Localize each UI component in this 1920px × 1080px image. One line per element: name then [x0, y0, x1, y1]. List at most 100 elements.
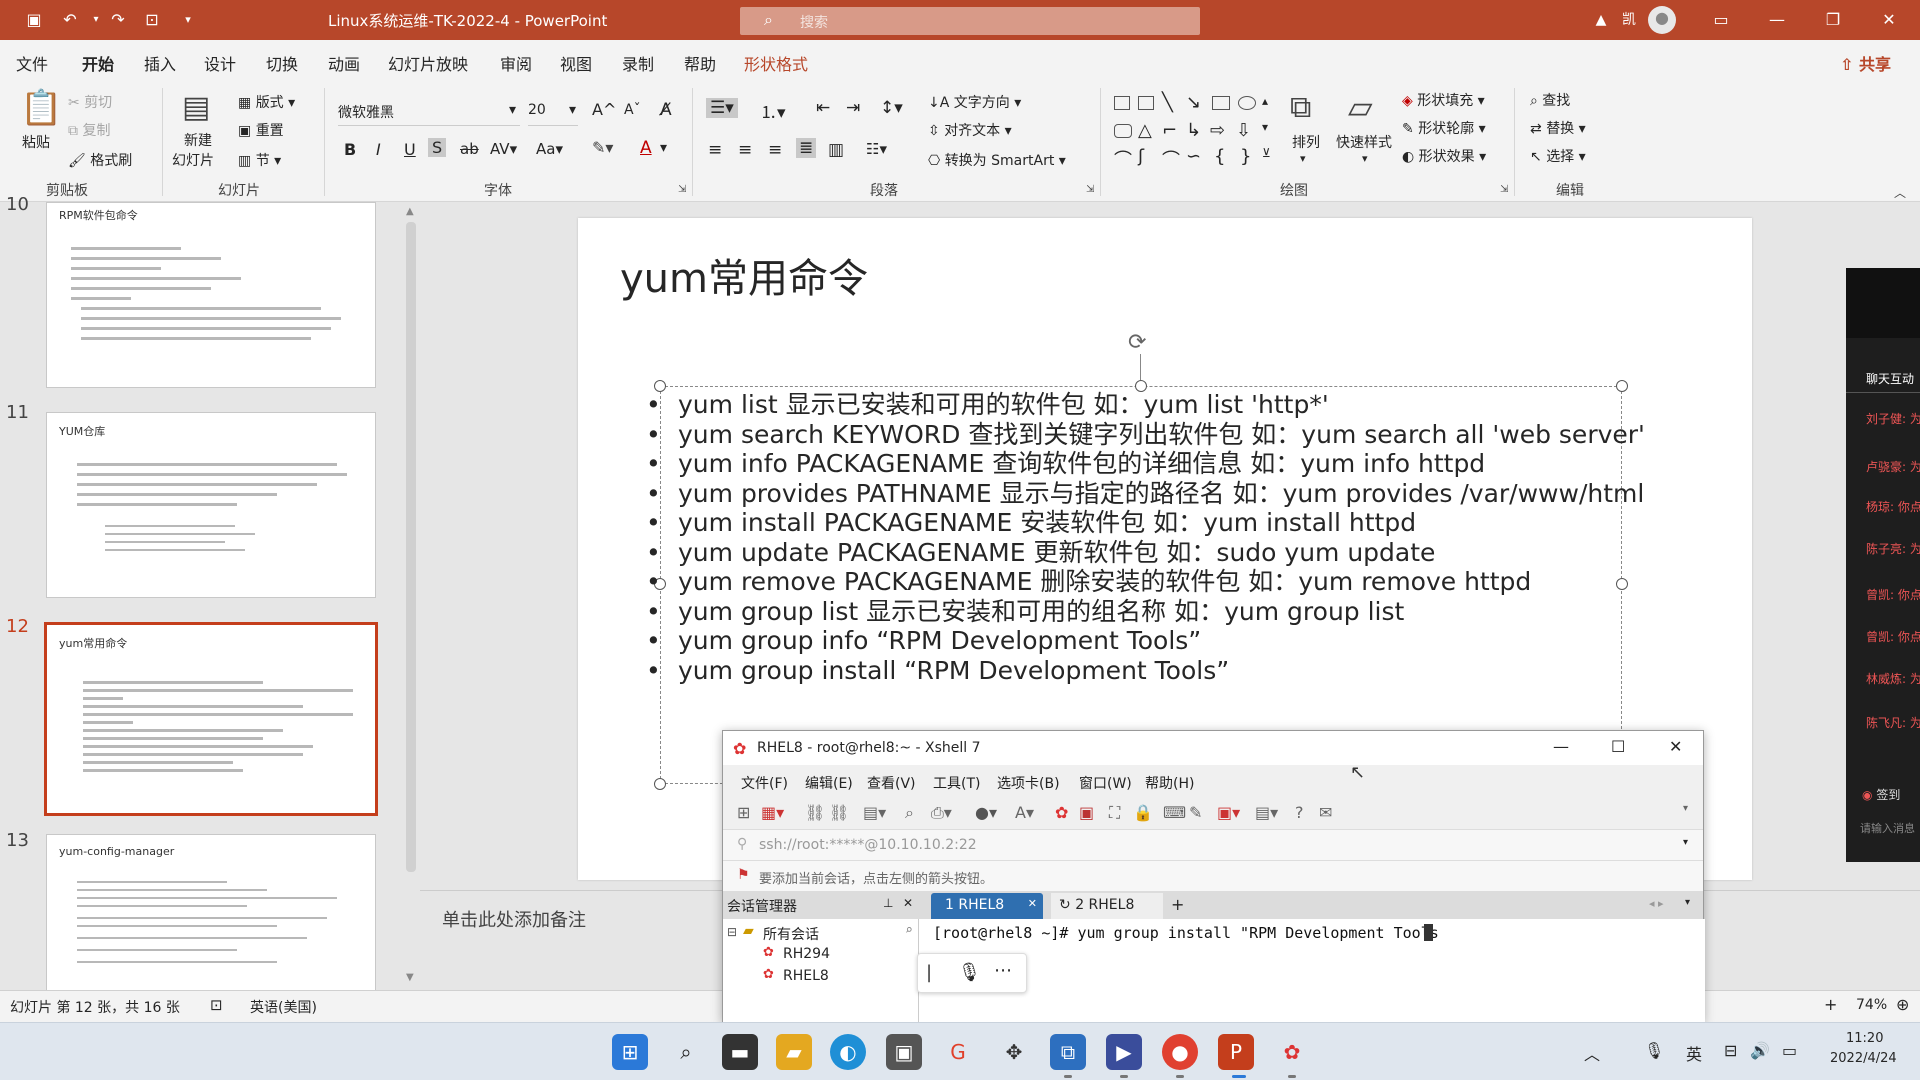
bold-button[interactable]: B: [344, 140, 356, 159]
paste-icon[interactable]: 📋: [20, 88, 62, 128]
replace-button[interactable]: ⇄ 替换 ▾: [1530, 118, 1586, 138]
highlight-icon[interactable]: ✎▾: [592, 138, 613, 157]
slide-thumbnail-10[interactable]: RPM软件包命令: [46, 202, 376, 388]
bullet-list[interactable]: yum list 显示已安装和可用的软件包 如：yum list 'http*'…: [646, 390, 1684, 685]
font-family-select[interactable]: 微软雅黑 ▾: [338, 102, 520, 126]
zoom-level[interactable]: 74%: [1856, 997, 1887, 1013]
slide-thumbnail-13[interactable]: yum-config-manager: [46, 834, 376, 994]
fullscreen-icon[interactable]: ⛶: [1109, 803, 1120, 823]
address-dropdown-icon[interactable]: ▾: [1683, 837, 1688, 848]
line-spacing-icon[interactable]: ↕▾: [880, 98, 903, 118]
slide-thumbnail-11[interactable]: YUM仓库: [46, 412, 376, 598]
xshell-minimize-icon[interactable]: —: [1553, 737, 1569, 756]
increase-indent-icon[interactable]: ⇥: [846, 98, 860, 118]
new-slide-label-2[interactable]: 幻灯片: [172, 150, 214, 170]
shadow-button[interactable]: S: [428, 138, 447, 157]
shapes-more-icon[interactable]: ⊻: [1262, 146, 1271, 160]
properties-icon[interactable]: ▤▾: [863, 803, 886, 822]
chat-input[interactable]: 请输入消息: [1860, 820, 1915, 836]
edge-icon[interactable]: ◐: [830, 1034, 866, 1070]
columns-icon[interactable]: ▥: [828, 140, 844, 160]
reconnect-icon[interactable]: ⛓: [805, 803, 825, 822]
task-view-icon[interactable]: ▬: [722, 1034, 758, 1070]
left-brace-shape-icon[interactable]: {: [1214, 146, 1225, 167]
freeform-shape-icon[interactable]: ⌒: [1114, 146, 1132, 172]
xshell-window[interactable]: ✿ RHEL8 - root@rhel8:~ - Xshell 7 — ☐ ✕ …: [722, 730, 1705, 1023]
align-text-button[interactable]: ⇳ 对齐文本 ▾: [928, 120, 1012, 140]
down-arrow-shape-icon[interactable]: ⇩: [1236, 120, 1251, 141]
new-slide-label[interactable]: 新建: [184, 130, 212, 150]
xshell-menu-edit[interactable]: 编辑(E): [805, 773, 853, 793]
section-button[interactable]: ▥ 节 ▾: [238, 150, 281, 170]
tab-insert[interactable]: 插入: [144, 51, 176, 75]
tree-item-rhel8[interactable]: RHEL8: [783, 968, 829, 984]
shape-effects-button[interactable]: ◐ 形状效果 ▾: [1402, 146, 1486, 166]
rounded-rect-shape-icon[interactable]: [1114, 124, 1132, 138]
distribute-icon[interactable]: ☷▾: [866, 140, 887, 158]
increase-font-icon[interactable]: A^: [592, 100, 616, 119]
scroll-up-icon[interactable]: ▲: [406, 206, 414, 217]
bullets-icon[interactable]: ☰▾: [706, 98, 738, 118]
customize-qat-icon[interactable]: ▾: [176, 8, 200, 32]
drawing-dialog-launcher-icon[interactable]: ⇲: [1500, 184, 1508, 195]
app-icon[interactable]: ⧉: [1050, 1034, 1086, 1070]
ime-indicator[interactable]: 英: [1686, 1041, 1702, 1065]
redo-icon[interactable]: ↷: [106, 8, 130, 32]
tree-item-rh294[interactable]: RH294: [783, 946, 830, 962]
pin-icon[interactable]: ⊥: [883, 896, 893, 910]
rectangle-shape-icon[interactable]: [1212, 96, 1230, 110]
xftp-icon[interactable]: ✿: [1055, 803, 1068, 822]
xshell-menu-help[interactable]: 帮助(H): [1145, 773, 1194, 793]
tab-slideshow[interactable]: 幻灯片放映: [388, 51, 468, 75]
tab-record[interactable]: 录制: [622, 51, 654, 75]
xshell-address-bar[interactable]: ⚲ ssh://root:*****@10.10.10.2:22 ▾: [723, 829, 1703, 861]
arrow-shape-icon[interactable]: ↘: [1186, 92, 1201, 113]
undo-icon[interactable]: ↶: [58, 8, 82, 32]
select-button[interactable]: ↖ 选择 ▾: [1530, 146, 1586, 166]
tab-animations[interactable]: 动画: [328, 51, 360, 75]
align-right-icon[interactable]: ≡: [768, 140, 782, 160]
lock-icon[interactable]: 🔒: [1133, 803, 1153, 822]
right-brace-shape-icon[interactable]: }: [1240, 146, 1251, 167]
triangle-shape-icon[interactable]: △: [1138, 120, 1152, 141]
restore-icon[interactable]: ❐: [1818, 8, 1848, 32]
underline-button[interactable]: U: [404, 140, 416, 159]
tab-help[interactable]: 帮助: [684, 51, 716, 75]
tab-rhel8-1[interactable]: 1 RHEL8 ✕: [931, 893, 1043, 919]
clock-date[interactable]: 2022/4/24: [1830, 1051, 1897, 1066]
shapes-scroll-up-icon[interactable]: ▴: [1262, 94, 1268, 108]
textbox-shape-icon[interactable]: [1114, 96, 1130, 110]
xshell-menu-tools[interactable]: 工具(T): [933, 773, 980, 793]
cut-button[interactable]: ✂ 剪切: [68, 92, 112, 112]
undo-dropdown-icon[interactable]: ▾: [84, 8, 108, 32]
numbering-icon[interactable]: ⒈▾: [760, 98, 786, 123]
quick-styles-dropdown-icon[interactable]: ▾: [1362, 152, 1368, 165]
xshell-menu-tabs[interactable]: 选项卡(B): [997, 773, 1060, 793]
bookmark-icon[interactable]: ⚑: [737, 867, 750, 883]
terminal[interactable]: ⌕ [root@rhel8 ~]# yum group install "RPM…: [905, 919, 1705, 1023]
align-left-icon[interactable]: ≡: [708, 140, 722, 160]
strikethrough-button[interactable]: ab: [460, 140, 479, 158]
volume-icon[interactable]: 🔊: [1750, 1041, 1770, 1060]
shapes-scroll-down-icon[interactable]: ▾: [1262, 120, 1268, 134]
find-button[interactable]: ⌕ 查找: [1530, 90, 1570, 110]
text-cursor-icon[interactable]: |: [926, 962, 932, 983]
scribble-shape-icon[interactable]: ʃ: [1138, 146, 1144, 167]
font-dialog-launcher-icon[interactable]: ⇲: [678, 184, 686, 195]
shape-fill-button[interactable]: ◈ 形状填充 ▾: [1402, 90, 1485, 110]
chat-header[interactable]: 聊天互动: [1866, 370, 1914, 387]
help-icon[interactable]: ?: [1295, 803, 1304, 822]
clock-time[interactable]: 11:20: [1846, 1031, 1883, 1046]
language-status[interactable]: 英语(美国): [250, 997, 317, 1017]
arrange-button[interactable]: 排列: [1292, 132, 1320, 152]
tab-design[interactable]: 设计: [204, 51, 236, 75]
new-tab-icon[interactable]: +: [1171, 895, 1184, 914]
share-button[interactable]: ⇧ 共享: [1840, 51, 1891, 75]
layout-icon[interactable]: ▤▾: [1255, 803, 1278, 822]
notes-placeholder[interactable]: 单击此处添加备注: [420, 898, 740, 938]
clear-format-icon[interactable]: A̸: [660, 100, 672, 120]
smartart-button[interactable]: ⎔ 转换为 SmartArt ▾: [928, 150, 1066, 170]
app-icon[interactable]: G: [940, 1034, 976, 1070]
align-center-icon[interactable]: ≡: [738, 140, 752, 160]
avatar[interactable]: ●: [1648, 6, 1676, 34]
